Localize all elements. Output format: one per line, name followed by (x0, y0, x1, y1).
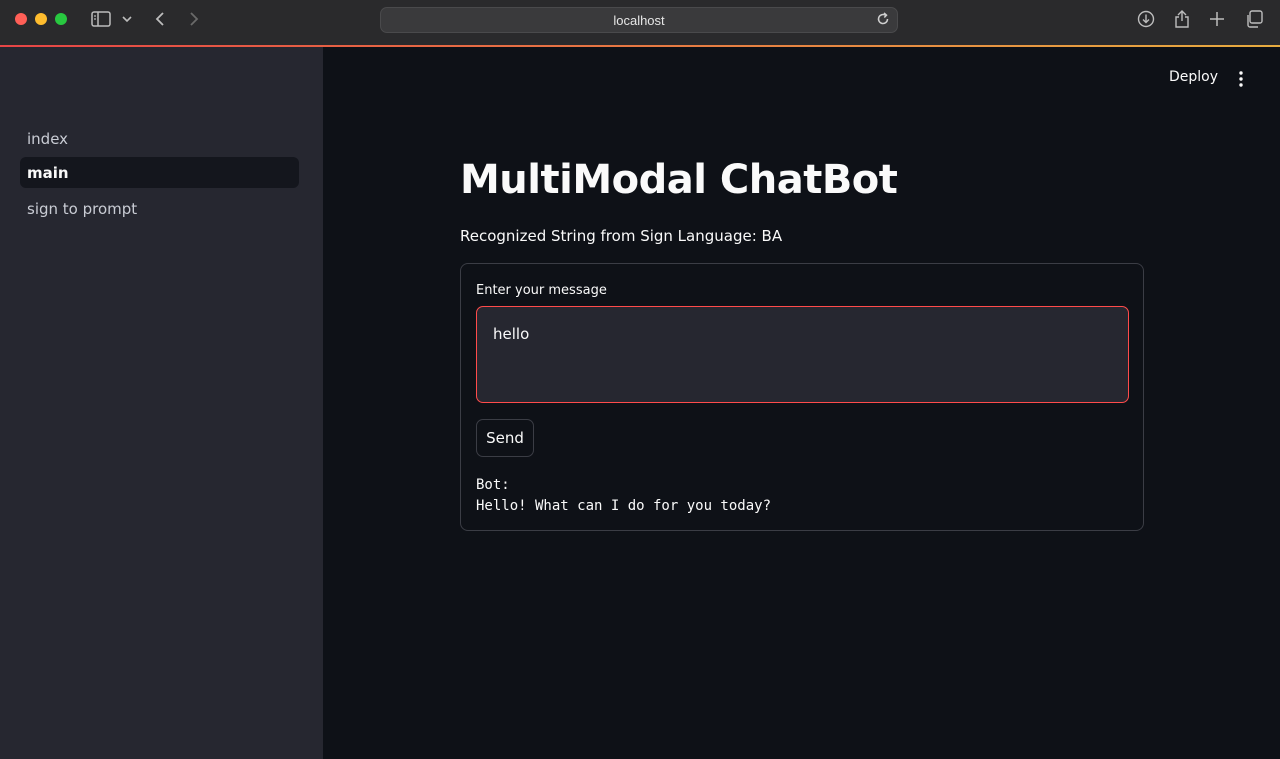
chat-form: Enter your message hello Send Bot: Hello!… (460, 263, 1144, 531)
new-tab-icon[interactable] (1208, 9, 1226, 29)
sidebar-item-index[interactable]: index (20, 123, 299, 154)
message-input[interactable]: hello (476, 306, 1129, 403)
send-button[interactable]: Send (476, 419, 534, 457)
sidebar-item-label: main (27, 163, 69, 182)
tab-overview-icon[interactable] (1244, 9, 1264, 29)
page-title: MultiModal ChatBot (460, 157, 898, 203)
sidebar-item-label: sign to prompt (27, 199, 138, 218)
maximize-window-button[interactable] (55, 13, 67, 25)
reload-icon[interactable] (875, 11, 891, 32)
message-field-label: Enter your message (476, 283, 607, 298)
address-bar[interactable]: localhost (380, 7, 898, 33)
browser-toolbar: localhost (0, 0, 1280, 45)
url-text: localhost (613, 13, 665, 28)
sidebar: index main sign to prompt (0, 47, 323, 759)
downloads-icon[interactable] (1136, 9, 1156, 29)
sidebar-item-label: index (27, 129, 69, 148)
sidebar-toggle-icon[interactable] (90, 9, 112, 29)
chevron-down-icon[interactable] (121, 9, 133, 29)
main-content: Deploy MultiModal ChatBot Recognized Str… (323, 47, 1280, 759)
close-window-button[interactable] (15, 13, 27, 25)
minimize-window-button[interactable] (35, 13, 47, 25)
sidebar-item-sign-to-prompt[interactable]: sign to prompt (20, 193, 299, 224)
kebab-menu-icon[interactable] (1239, 71, 1243, 92)
bot-response: Bot: Hello! What can I do for you today? (476, 475, 771, 517)
bot-reply-text: Hello! What can I do for you today? (476, 498, 772, 514)
deploy-button[interactable]: Deploy (1169, 69, 1218, 85)
forward-icon[interactable] (186, 9, 202, 29)
recognized-sign-text: Recognized String from Sign Language: BA (460, 227, 783, 245)
bot-label: Bot: (476, 477, 510, 493)
sidebar-item-main[interactable]: main (20, 157, 299, 188)
share-icon[interactable] (1173, 9, 1191, 29)
back-icon[interactable] (152, 9, 168, 29)
